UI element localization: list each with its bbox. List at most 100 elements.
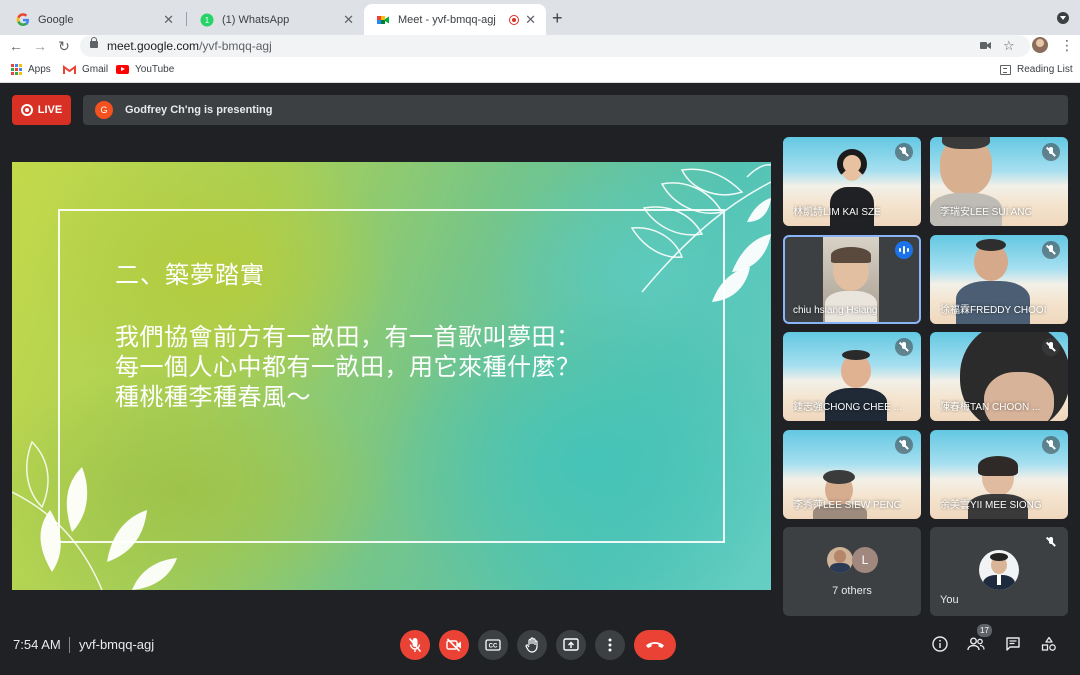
self-avatar bbox=[979, 550, 1019, 590]
browser-tab-strip: Google ✕ 1 (1) WhatsApp ✕ Meet - yvf-bmq… bbox=[0, 0, 1080, 35]
mic-off-icon bbox=[1042, 241, 1060, 259]
captions-icon: CC bbox=[485, 639, 501, 651]
tab-meet[interactable]: Meet - yvf-bmqq-agj ✕ bbox=[364, 4, 546, 35]
leave-call-button[interactable] bbox=[634, 630, 676, 660]
bookmark-label: Gmail bbox=[82, 64, 109, 75]
reload-button[interactable]: ↻ bbox=[55, 37, 73, 55]
bookmark-apps[interactable]: Apps bbox=[11, 64, 51, 75]
slide-text-line: 種桃種李種春風～ bbox=[115, 383, 311, 411]
presenting-banner: G Godfrey Ch'ng is presenting bbox=[83, 95, 1068, 125]
bookmark-star-icon[interactable]: ☆ bbox=[1003, 38, 1015, 54]
participant-tile[interactable]: 李瑞安LEE SUI ANG bbox=[930, 137, 1068, 226]
microphone-toggle-button[interactable] bbox=[400, 630, 430, 660]
reading-list-button[interactable]: Reading List bbox=[1000, 64, 1073, 75]
forward-button[interactable]: → bbox=[31, 37, 49, 55]
people-icon bbox=[967, 637, 985, 651]
self-tile[interactable]: You bbox=[930, 527, 1068, 616]
youtube-icon bbox=[116, 65, 129, 74]
close-tab-icon[interactable]: ✕ bbox=[525, 12, 536, 28]
reading-list-icon bbox=[1000, 64, 1011, 75]
others-label: 7 others bbox=[832, 585, 872, 597]
mic-off-icon bbox=[895, 143, 913, 161]
tab-title: Meet - yvf-bmqq-agj bbox=[398, 13, 496, 26]
self-label: You bbox=[940, 594, 959, 606]
participant-name: 林凱詩LIM KAI SZE bbox=[793, 207, 881, 218]
raise-hand-icon bbox=[525, 637, 538, 653]
tab-whatsapp[interactable]: 1 (1) WhatsApp ✕ bbox=[188, 4, 364, 35]
participant-tile[interactable]: 余美雲YII MEE SIONG bbox=[930, 430, 1068, 519]
bookmark-gmail[interactable]: Gmail bbox=[63, 64, 108, 75]
present-now-button[interactable] bbox=[556, 630, 586, 660]
speaking-indicator-icon bbox=[895, 241, 913, 259]
present-screen-icon bbox=[563, 638, 579, 651]
url-path: /yvf-bmqq-agj bbox=[199, 39, 272, 53]
mic-off-icon bbox=[408, 637, 422, 653]
mic-off-icon bbox=[895, 338, 913, 356]
presentation-slide[interactable]: 二、築夢踏實 我們協會前方有一畝田，有一首歌叫夢田： 每一個人心中都有一畝田，用… bbox=[12, 162, 771, 590]
participant-name: chiu hsiang Hsiang bbox=[793, 305, 878, 316]
bookmarks-bar: Apps Gmail YouTube Reading List bbox=[0, 58, 1080, 83]
mic-off-icon bbox=[895, 436, 913, 454]
reading-list-label: Reading List bbox=[1017, 64, 1073, 75]
participant-name: 陳春梅TAN CHOON ... bbox=[940, 402, 1041, 413]
raise-hand-button[interactable] bbox=[517, 630, 547, 660]
meet-icon bbox=[377, 15, 389, 24]
tab-search-icon[interactable] bbox=[1057, 12, 1069, 24]
others-avatar-photo bbox=[827, 547, 853, 573]
url-host: meet.google.com bbox=[107, 39, 200, 53]
back-button[interactable]: ← bbox=[7, 37, 25, 55]
activities-button[interactable] bbox=[1040, 635, 1058, 653]
bookmark-label: Apps bbox=[28, 64, 51, 75]
tab-separator bbox=[186, 12, 187, 26]
live-badge[interactable]: LIVE bbox=[12, 95, 71, 125]
browser-toolbar: ← → ↻ meet.google.com/yvf-bmqq-agj ☆ ⋮ bbox=[0, 35, 1080, 58]
meet-window: LIVE G Godfrey Ch'ng is presenting 二、築夢踏… bbox=[0, 83, 1080, 675]
address-bar[interactable]: meet.google.com/yvf-bmqq-agj ☆ bbox=[80, 35, 1030, 57]
participant-tile[interactable]: 林凱詩LIM KAI SZE bbox=[783, 137, 921, 226]
svg-text:1: 1 bbox=[205, 16, 210, 25]
mic-off-icon bbox=[1042, 436, 1060, 454]
live-broadcast-icon bbox=[20, 104, 33, 116]
participant-tile[interactable]: 徐福霖FREDDY CHOOI bbox=[930, 235, 1068, 324]
camera-toggle-button[interactable] bbox=[439, 630, 469, 660]
info-icon bbox=[932, 636, 948, 652]
tab-title: (1) WhatsApp bbox=[222, 13, 290, 26]
svg-text:CC: CC bbox=[489, 644, 498, 650]
close-tab-icon[interactable]: ✕ bbox=[163, 12, 174, 28]
participant-tile[interactable]: 鍾志強CHONG CHEE ... bbox=[783, 332, 921, 421]
meeting-code: yvf-bmqq-agj bbox=[79, 637, 155, 652]
participant-tile[interactable]: 陳春梅TAN CHOON ... bbox=[930, 332, 1068, 421]
slide-heading: 二、築夢踏實 bbox=[115, 261, 265, 289]
bookmark-label: YouTube bbox=[135, 64, 175, 75]
mic-off-icon bbox=[1042, 338, 1060, 356]
bookmark-youtube[interactable]: YouTube bbox=[116, 64, 174, 75]
mic-off-icon bbox=[1042, 533, 1060, 551]
captions-button[interactable]: CC bbox=[478, 630, 508, 660]
meeting-details-button[interactable] bbox=[931, 635, 949, 653]
profile-avatar[interactable] bbox=[1032, 37, 1048, 53]
show-everyone-button[interactable] bbox=[967, 635, 985, 653]
participant-name: 李秀萍LEE SIEW PENG bbox=[793, 500, 902, 511]
more-vert-icon bbox=[608, 638, 612, 652]
tab-google[interactable]: Google ✕ bbox=[4, 4, 184, 35]
participant-name: 李瑞安LEE SUI ANG bbox=[940, 207, 1033, 218]
bottom-divider bbox=[69, 637, 70, 653]
presenter-avatar: G bbox=[95, 101, 113, 119]
recording-icon bbox=[509, 14, 520, 25]
browser-menu-icon[interactable]: ⋮ bbox=[1060, 38, 1074, 52]
close-tab-icon[interactable]: ✕ bbox=[343, 12, 354, 28]
live-label: LIVE bbox=[37, 104, 63, 116]
chat-button[interactable] bbox=[1004, 635, 1022, 653]
participant-name: 鍾志強CHONG CHEE ... bbox=[793, 402, 902, 413]
others-tile[interactable]: L 7 others bbox=[783, 527, 921, 616]
mic-off-icon bbox=[1042, 143, 1060, 161]
tab-title: Google bbox=[38, 13, 74, 26]
new-tab-button[interactable]: + bbox=[552, 9, 563, 27]
gmail-icon bbox=[63, 64, 76, 74]
participant-tile-speaking[interactable]: chiu hsiang Hsiang bbox=[783, 235, 921, 324]
chat-icon bbox=[1006, 637, 1020, 651]
participant-tile[interactable]: 李秀萍LEE SIEW PENG bbox=[783, 430, 921, 519]
more-options-button[interactable] bbox=[595, 630, 625, 660]
camera-icon[interactable] bbox=[980, 41, 991, 50]
google-icon bbox=[16, 12, 29, 26]
